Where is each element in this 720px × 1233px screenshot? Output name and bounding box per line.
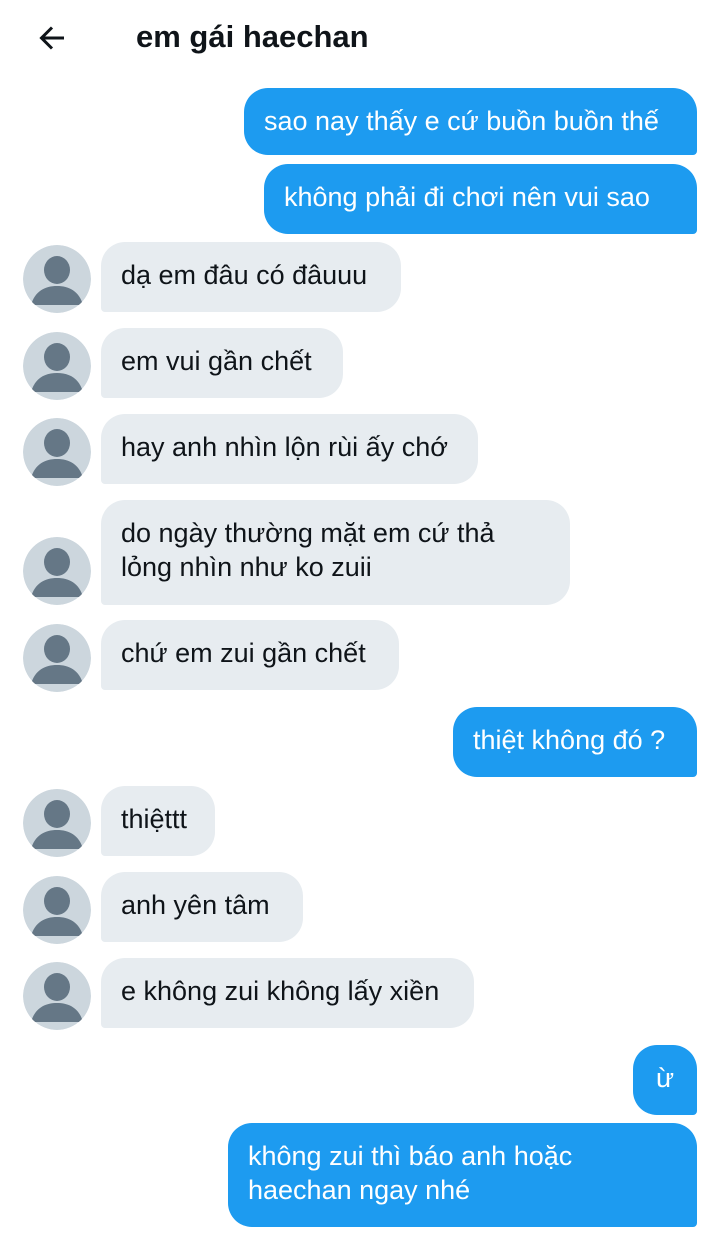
message-bubble-incoming[interactable]: e không zui không lấy xiền xyxy=(101,958,474,1028)
conversation-title: em gái haechan xyxy=(136,19,369,54)
contact-avatar[interactable] xyxy=(23,537,91,605)
message-bubble-incoming[interactable]: dạ em đâu có đâuuu xyxy=(101,242,401,312)
back-button[interactable] xyxy=(30,16,74,60)
contact-avatar[interactable] xyxy=(23,789,91,857)
default-avatar-icon xyxy=(23,624,91,692)
default-avatar-icon xyxy=(23,537,91,605)
message-bubble-outgoing[interactable]: không phải đi chơi nên vui sao xyxy=(264,164,697,234)
contact-avatar[interactable] xyxy=(23,624,91,692)
message-bubble-incoming[interactable]: chứ em zui gần chết xyxy=(101,620,399,690)
message-bubble-outgoing[interactable]: thiệt không đó ? xyxy=(453,707,697,777)
message-bubble-incoming[interactable]: anh yên tâm xyxy=(101,872,303,942)
default-avatar-icon xyxy=(23,418,91,486)
message-bubble-incoming[interactable]: thiệttt xyxy=(101,786,215,856)
message-bubble-outgoing[interactable]: ừ xyxy=(633,1045,697,1115)
arrow-left-icon xyxy=(39,26,64,50)
default-avatar-icon xyxy=(23,962,91,1030)
message-bubble-incoming[interactable]: em vui gần chết xyxy=(101,328,343,398)
conversation-header: em gái haechan xyxy=(0,0,720,74)
default-avatar-icon xyxy=(23,332,91,400)
message-bubble-incoming[interactable]: do ngày thường mặt em cứ thả lỏng nhìn n… xyxy=(101,500,570,605)
contact-avatar[interactable] xyxy=(23,876,91,944)
message-bubble-outgoing[interactable]: sao nay thấy e cứ buồn buồn thế xyxy=(244,88,697,155)
message-bubble-incoming[interactable]: hay anh nhìn lộn rùi ấy chớ xyxy=(101,414,478,484)
default-avatar-icon xyxy=(23,245,91,313)
default-avatar-icon xyxy=(23,789,91,857)
contact-avatar[interactable] xyxy=(23,962,91,1030)
message-bubble-outgoing[interactable]: không zui thì báo anh hoặc haechan ngay … xyxy=(228,1123,697,1227)
contact-avatar[interactable] xyxy=(23,418,91,486)
contact-avatar[interactable] xyxy=(23,332,91,400)
contact-avatar[interactable] xyxy=(23,245,91,313)
default-avatar-icon xyxy=(23,876,91,944)
